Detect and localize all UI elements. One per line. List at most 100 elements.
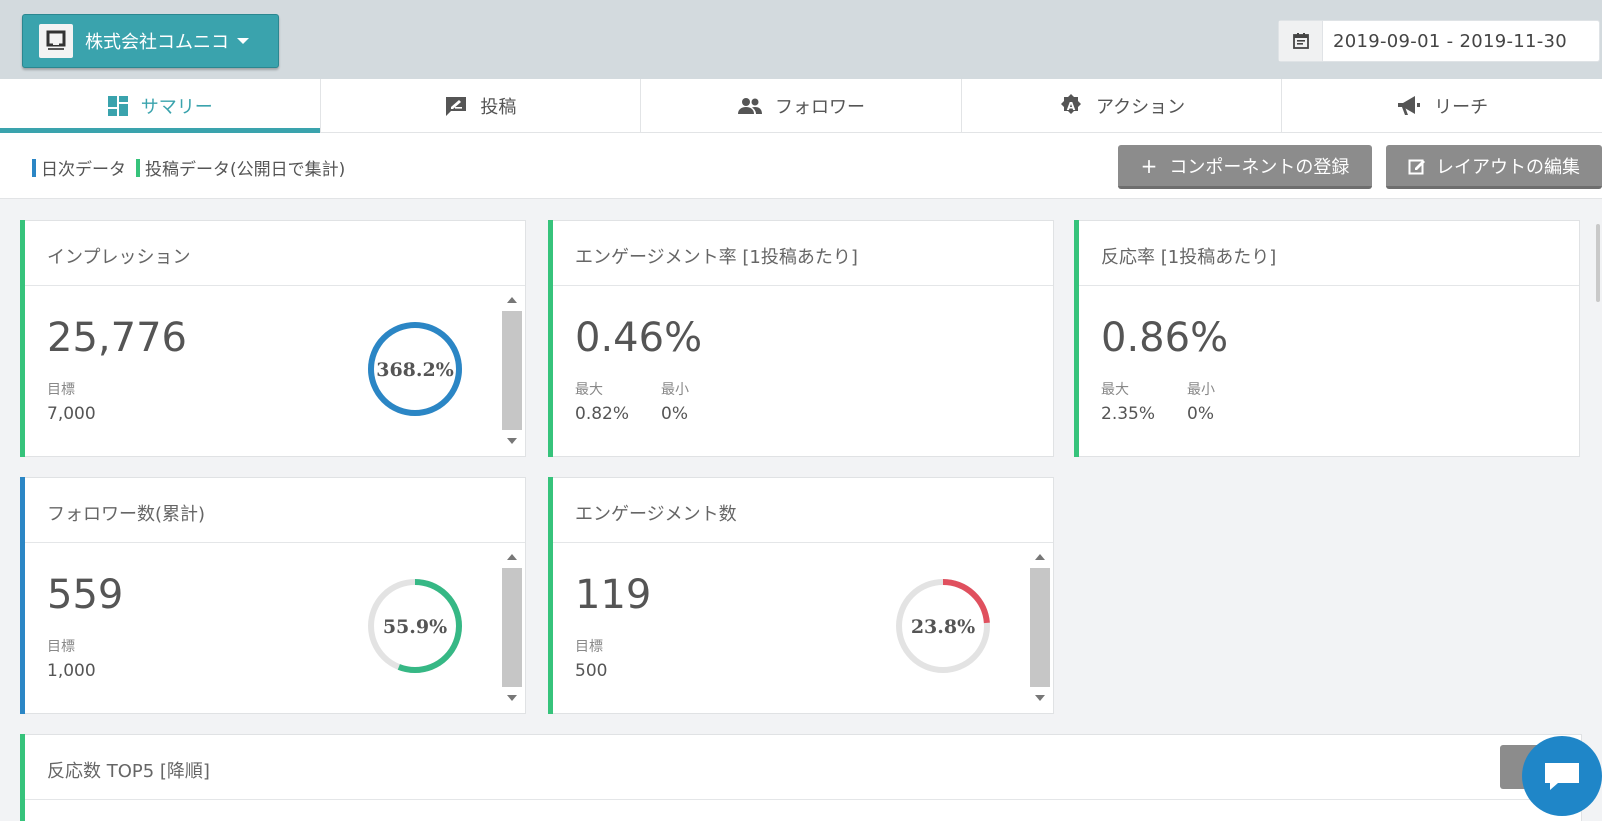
- caret-down-icon: [237, 38, 249, 44]
- metric-value: 119: [575, 572, 652, 618]
- max-value: 2.35%: [1101, 404, 1156, 424]
- metric-value: 0.86%: [1101, 315, 1229, 361]
- card-scrollbar[interactable]: [501, 291, 523, 450]
- scroll-thumb[interactable]: [502, 311, 522, 430]
- card-top5: 反応数 TOP5 [降順]: [20, 734, 1582, 821]
- action-icon: A: [1058, 93, 1084, 119]
- gauge-percent-text: 23.8%: [911, 616, 975, 638]
- target-value: 7,000: [47, 404, 96, 424]
- edit-layout-label: レイアウトの編集: [1436, 156, 1580, 178]
- target-label: 目標: [47, 382, 75, 398]
- tab-label: リーチ: [1434, 96, 1489, 118]
- gauge-percent-text: 368.2%: [376, 359, 454, 381]
- company-logo: [39, 24, 73, 58]
- card-accent-bar: [548, 477, 553, 714]
- tab-label: 投稿: [480, 96, 517, 118]
- metric-value: 25,776: [47, 315, 187, 361]
- card-title: 反応率 [1投稿あたり]: [1101, 247, 1277, 268]
- card-accent-bar: [20, 220, 25, 457]
- progress-gauge: 368.2%: [368, 322, 462, 416]
- page-scrollbar[interactable]: [1596, 224, 1600, 302]
- sub-toolbar: 日次データ 投稿データ(公開日で集計) + コンポーネントの登録 レイアウトの編…: [0, 133, 1602, 199]
- company-selector-button[interactable]: 株式会社コムニコ: [22, 14, 279, 68]
- tab-actions[interactable]: A アクション: [962, 79, 1283, 132]
- card-title: 反応数 TOP5 [降順]: [47, 761, 210, 782]
- plus-icon: +: [1140, 153, 1158, 178]
- max-label: 最大: [575, 382, 603, 398]
- edit-icon: [1408, 157, 1426, 175]
- tab-followers[interactable]: フォロワー: [641, 79, 962, 132]
- card-divider: [1079, 285, 1579, 286]
- dashboard-icon: [107, 95, 129, 117]
- gauge-percent-text: 55.9%: [383, 616, 447, 638]
- target-value: 1,000: [47, 661, 96, 681]
- card-divider: [25, 542, 525, 543]
- card-scrollbar[interactable]: [501, 548, 523, 707]
- card-impressions: インプレッション 25,776 目標 7,000 368.2%: [20, 220, 526, 457]
- card-divider: [25, 799, 1581, 800]
- card-title: エンゲージメント数: [575, 504, 737, 525]
- card-followers: フォロワー数(累計) 559 目標 1,000 55.9%: [20, 477, 526, 714]
- tab-summary[interactable]: サマリー: [0, 79, 321, 133]
- scroll-thumb[interactable]: [502, 568, 522, 687]
- card-accent-bar: [1074, 220, 1079, 457]
- target-value: 500: [575, 661, 608, 681]
- chat-button[interactable]: [1522, 736, 1602, 816]
- metric-value: 0.46%: [575, 315, 703, 361]
- add-component-button[interactable]: + コンポーネントの登録: [1118, 145, 1372, 189]
- card-reaction-rate: 反応率 [1投稿あたり] 0.86% 最大 2.35% 最小 0%: [1074, 220, 1580, 457]
- date-range-picker[interactable]: 2019-09-01 - 2019-11-30: [1278, 20, 1600, 62]
- scroll-up-icon[interactable]: [507, 297, 517, 303]
- scroll-up-icon[interactable]: [1035, 554, 1045, 560]
- tab-posts[interactable]: 投稿: [321, 79, 642, 132]
- chat-icon: [1545, 763, 1579, 790]
- target-label: 目標: [47, 639, 75, 655]
- svg-text:A: A: [1067, 100, 1076, 113]
- data-legend: 日次データ 投稿データ(公開日で集計): [32, 155, 355, 180]
- min-label: 最小: [1187, 382, 1215, 398]
- post-icon: [444, 95, 468, 117]
- card-divider: [25, 285, 525, 286]
- scroll-up-icon[interactable]: [507, 554, 517, 560]
- add-component-label: コンポーネントの登録: [1169, 156, 1350, 178]
- megaphone-icon: [1396, 94, 1422, 118]
- card-accent-bar: [20, 734, 25, 821]
- tab-label: サマリー: [140, 96, 213, 118]
- card-accent-bar: [548, 220, 553, 457]
- company-name: 株式会社コムニコ: [85, 32, 229, 53]
- card-title: フォロワー数(累計): [47, 504, 206, 525]
- progress-gauge: 23.8%: [896, 579, 990, 673]
- tab-bar: サマリー 投稿 フォロワー A アクション リーチ: [0, 79, 1602, 133]
- card-divider: [553, 285, 1053, 286]
- scroll-down-icon[interactable]: [507, 695, 517, 701]
- legend-daily: 日次データ: [32, 155, 126, 180]
- edit-layout-button[interactable]: レイアウトの編集: [1386, 145, 1602, 189]
- min-label: 最小: [661, 382, 689, 398]
- card-accent-bar: [20, 477, 25, 714]
- min-value: 0%: [1187, 404, 1214, 424]
- legend-daily-label: 日次データ: [41, 160, 126, 180]
- scroll-down-icon[interactable]: [1035, 695, 1045, 701]
- max-value: 0.82%: [575, 404, 630, 424]
- target-label: 目標: [575, 639, 603, 655]
- people-icon: [737, 97, 763, 115]
- metric-value: 559: [47, 572, 124, 618]
- scroll-thumb[interactable]: [1030, 568, 1050, 687]
- card-scrollbar[interactable]: [1029, 548, 1051, 707]
- progress-gauge: 55.9%: [368, 579, 462, 673]
- top-bar: 株式会社コムニコ 2019-09-01 - 2019-11-30: [0, 0, 1602, 79]
- calendar-icon: [1279, 21, 1323, 61]
- tab-label: フォロワー: [774, 96, 865, 118]
- min-value: 0%: [661, 404, 688, 424]
- legend-post: 投稿データ(公開日で集計): [136, 155, 345, 180]
- legend-post-marker: [136, 158, 140, 177]
- card-engagements: エンゲージメント数 119 目標 500 23.8%: [548, 477, 1054, 714]
- card-title: インプレッション: [47, 247, 191, 268]
- date-range-text: 2019-09-01 - 2019-11-30: [1333, 30, 1568, 52]
- tab-reach[interactable]: リーチ: [1282, 79, 1602, 132]
- card-divider: [553, 542, 1053, 543]
- card-engagement-rate: エンゲージメント率 [1投稿あたり] 0.46% 最大 0.82% 最小 0%: [548, 220, 1054, 457]
- legend-post-label: 投稿データ(公開日で集計): [145, 160, 346, 180]
- max-label: 最大: [1101, 382, 1129, 398]
- scroll-down-icon[interactable]: [507, 438, 517, 444]
